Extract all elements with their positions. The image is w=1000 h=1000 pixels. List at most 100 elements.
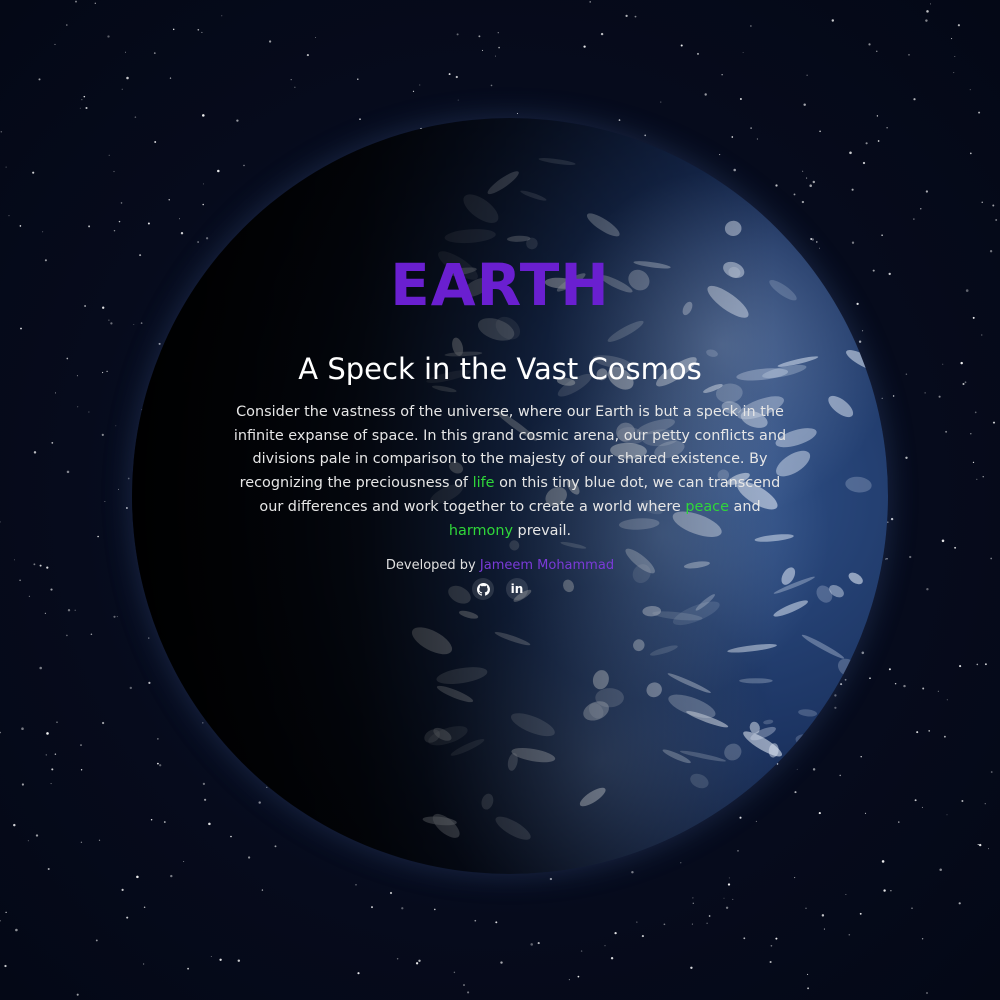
star xyxy=(0,521,1,523)
highlight-life: life xyxy=(472,475,495,492)
star xyxy=(197,28,200,31)
star xyxy=(806,74,808,76)
author-link[interactable]: Jameem Mohammad xyxy=(480,558,614,573)
star xyxy=(995,219,998,221)
star xyxy=(94,2,96,4)
star xyxy=(46,732,49,735)
star xyxy=(794,877,796,879)
star xyxy=(982,476,984,478)
star xyxy=(108,319,110,321)
star xyxy=(692,902,694,904)
star xyxy=(20,327,22,330)
star xyxy=(4,964,7,968)
star xyxy=(478,35,481,38)
star xyxy=(290,78,292,81)
star xyxy=(74,609,76,611)
star xyxy=(56,721,58,723)
cloud xyxy=(794,768,820,784)
star xyxy=(55,392,56,394)
star xyxy=(120,202,123,204)
star xyxy=(610,957,614,960)
star xyxy=(530,943,533,946)
linkedin-link[interactable]: in xyxy=(506,578,528,600)
star xyxy=(75,0,77,3)
star xyxy=(113,615,116,618)
star xyxy=(121,888,124,891)
star xyxy=(51,768,54,771)
star xyxy=(221,15,223,17)
star xyxy=(876,115,879,117)
star xyxy=(85,106,88,110)
star xyxy=(15,928,18,932)
star xyxy=(926,992,928,994)
star xyxy=(44,612,47,614)
star xyxy=(743,937,746,940)
star xyxy=(456,33,459,36)
star xyxy=(568,979,570,981)
star xyxy=(127,477,130,480)
star xyxy=(371,906,373,909)
star xyxy=(959,665,962,668)
star xyxy=(268,40,272,43)
star xyxy=(951,38,953,40)
star xyxy=(921,806,923,808)
star xyxy=(939,868,942,872)
star xyxy=(495,921,498,924)
star xyxy=(920,208,922,210)
star xyxy=(90,633,93,635)
star xyxy=(961,800,964,802)
intro-paragraph: Consider the vastness of the universe, w… xyxy=(228,401,792,543)
star xyxy=(938,395,941,398)
star xyxy=(261,889,264,891)
star xyxy=(21,783,24,786)
star xyxy=(5,911,7,914)
star xyxy=(946,699,948,701)
star xyxy=(859,912,862,915)
star xyxy=(929,3,931,5)
star xyxy=(54,753,57,755)
star xyxy=(589,1,591,3)
star xyxy=(944,735,946,738)
star xyxy=(415,962,419,965)
github-link[interactable] xyxy=(472,578,494,600)
star xyxy=(660,101,662,103)
cloud xyxy=(857,738,866,745)
star xyxy=(79,107,81,109)
star xyxy=(143,906,146,909)
star xyxy=(883,889,886,892)
star xyxy=(925,190,929,193)
star xyxy=(868,43,871,46)
paragraph-text: prevail. xyxy=(512,522,572,539)
star xyxy=(769,960,772,964)
cloud xyxy=(784,797,822,818)
star xyxy=(98,839,101,841)
star xyxy=(118,220,121,223)
star xyxy=(750,25,752,27)
highlight-peace: peace xyxy=(685,498,729,515)
star xyxy=(892,395,895,397)
star xyxy=(136,875,139,879)
star xyxy=(77,406,79,408)
star xyxy=(770,944,773,947)
star xyxy=(946,814,948,816)
star xyxy=(33,451,37,454)
star xyxy=(126,916,129,919)
star xyxy=(807,973,809,975)
linkedin-icon: in xyxy=(510,582,524,596)
star xyxy=(954,546,957,549)
star xyxy=(894,682,897,685)
star xyxy=(237,959,241,962)
star xyxy=(725,906,729,909)
cloud xyxy=(862,738,888,760)
star xyxy=(0,920,1,922)
star xyxy=(941,539,945,543)
star xyxy=(636,921,638,923)
star xyxy=(88,411,90,413)
star xyxy=(110,322,113,325)
star xyxy=(953,72,955,74)
star xyxy=(8,215,10,217)
star xyxy=(76,993,79,996)
star xyxy=(742,52,744,54)
star xyxy=(116,616,118,618)
star xyxy=(876,50,878,52)
